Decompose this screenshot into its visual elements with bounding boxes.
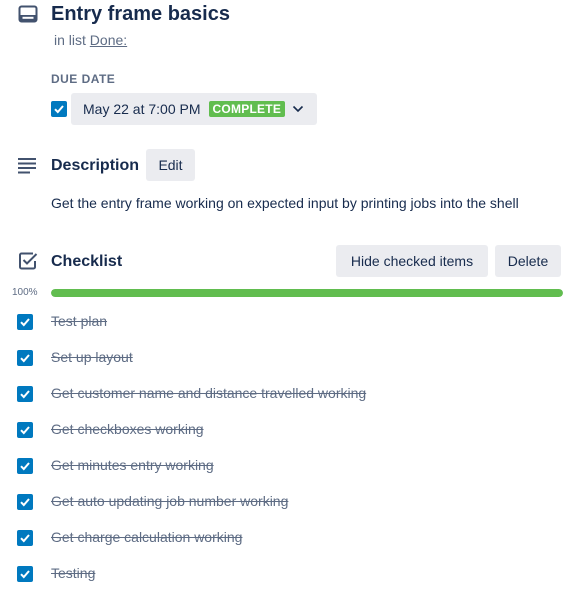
- checklist-icon: [18, 251, 38, 271]
- checklist-item-checkbox[interactable]: [17, 350, 33, 366]
- edit-description-button[interactable]: Edit: [146, 149, 195, 181]
- checklist-item-label[interactable]: Get minutes entry working: [51, 456, 214, 474]
- checklist-item-label[interactable]: Get auto updating job number working: [51, 492, 288, 510]
- description-text[interactable]: Get the entry frame working on expected …: [51, 194, 519, 212]
- due-date-label: DUE DATE: [51, 72, 116, 86]
- due-date-button[interactable]: May 22 at 7:00 PM COMPLETE: [71, 93, 317, 125]
- checklist-item-label[interactable]: Testing: [51, 564, 95, 582]
- checkmark-icon: [20, 462, 30, 471]
- checklist-item-checkbox[interactable]: [17, 386, 33, 402]
- checklist-item-checkbox[interactable]: [17, 530, 33, 546]
- checkmark-icon: [20, 426, 30, 435]
- due-date-value: May 22 at 7:00 PM: [83, 101, 201, 117]
- checklist-item-checkbox[interactable]: [17, 566, 33, 582]
- checklist-title[interactable]: Checklist: [51, 252, 122, 272]
- card-title[interactable]: Entry frame basics: [51, 2, 230, 26]
- checklist-item-checkbox[interactable]: [17, 494, 33, 510]
- checkmark-icon: [20, 354, 30, 363]
- checklist-item-checkbox[interactable]: [17, 314, 33, 330]
- due-date-checkbox[interactable]: [51, 101, 67, 117]
- checklist-item-label[interactable]: Get charge calculation working: [51, 528, 242, 546]
- progress-fill: [51, 289, 563, 297]
- hide-checked-items-button[interactable]: Hide checked items: [336, 245, 488, 277]
- checkmark-icon: [20, 498, 30, 507]
- checklist-item-checkbox[interactable]: [17, 422, 33, 438]
- delete-checklist-button[interactable]: Delete: [495, 245, 561, 277]
- description-title: Description: [51, 157, 140, 174]
- checklist-item-label[interactable]: Set up layout: [51, 348, 133, 366]
- list-info: in list Done:: [54, 31, 127, 49]
- status-badge: COMPLETE: [208, 101, 286, 117]
- progress-percent: 100%: [12, 287, 38, 298]
- progress-bar: [51, 289, 563, 297]
- list-name-link[interactable]: Done:: [90, 32, 127, 48]
- checklist-item-label[interactable]: Get checkboxes working: [51, 420, 204, 438]
- chevron-down-icon: [291, 102, 305, 116]
- description-lines-icon: [17, 156, 37, 176]
- checkmark-icon: [20, 390, 30, 399]
- checklist-item-label[interactable]: Get customer name and distance travelled…: [51, 384, 366, 402]
- checkmark-icon: [54, 105, 64, 114]
- checklist-item-checkbox[interactable]: [17, 458, 33, 474]
- in-list-prefix: in list: [54, 32, 90, 48]
- card-icon: [18, 4, 38, 24]
- checklist-item-label[interactable]: Test plan: [51, 312, 107, 330]
- checkmark-icon: [20, 318, 30, 327]
- checkmark-icon: [20, 570, 30, 579]
- checkmark-icon: [20, 534, 30, 543]
